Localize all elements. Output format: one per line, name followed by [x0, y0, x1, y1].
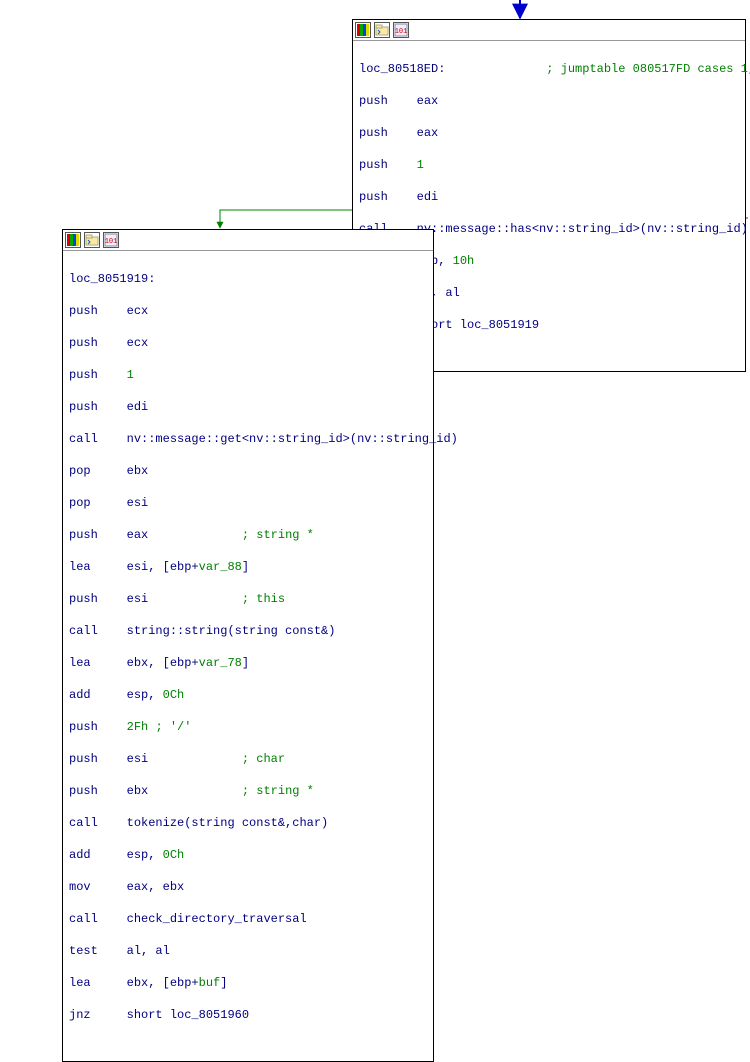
hex-icon: 101	[393, 22, 409, 38]
palette-icon	[355, 22, 371, 38]
node-titlebar: 101	[353, 20, 745, 41]
svg-text:101: 101	[105, 238, 118, 246]
folder-icon	[374, 22, 390, 38]
node-titlebar: 101	[63, 230, 433, 251]
palette-icon	[65, 232, 81, 248]
folder-icon	[84, 232, 100, 248]
disasm-body: loc_8051919: push ecx push ecx push 1 pu…	[63, 251, 433, 1061]
block-comment: ; jumptable 080517FD cases 1,3,7	[546, 62, 750, 76]
block-label: loc_8051919:	[69, 272, 155, 286]
block-label: loc_80518ED:	[359, 62, 445, 76]
svg-text:101: 101	[395, 28, 408, 36]
basic-block-node[interactable]: 101 loc_8051919: push ecx push ecx push …	[62, 229, 434, 1062]
hex-icon: 101	[103, 232, 119, 248]
